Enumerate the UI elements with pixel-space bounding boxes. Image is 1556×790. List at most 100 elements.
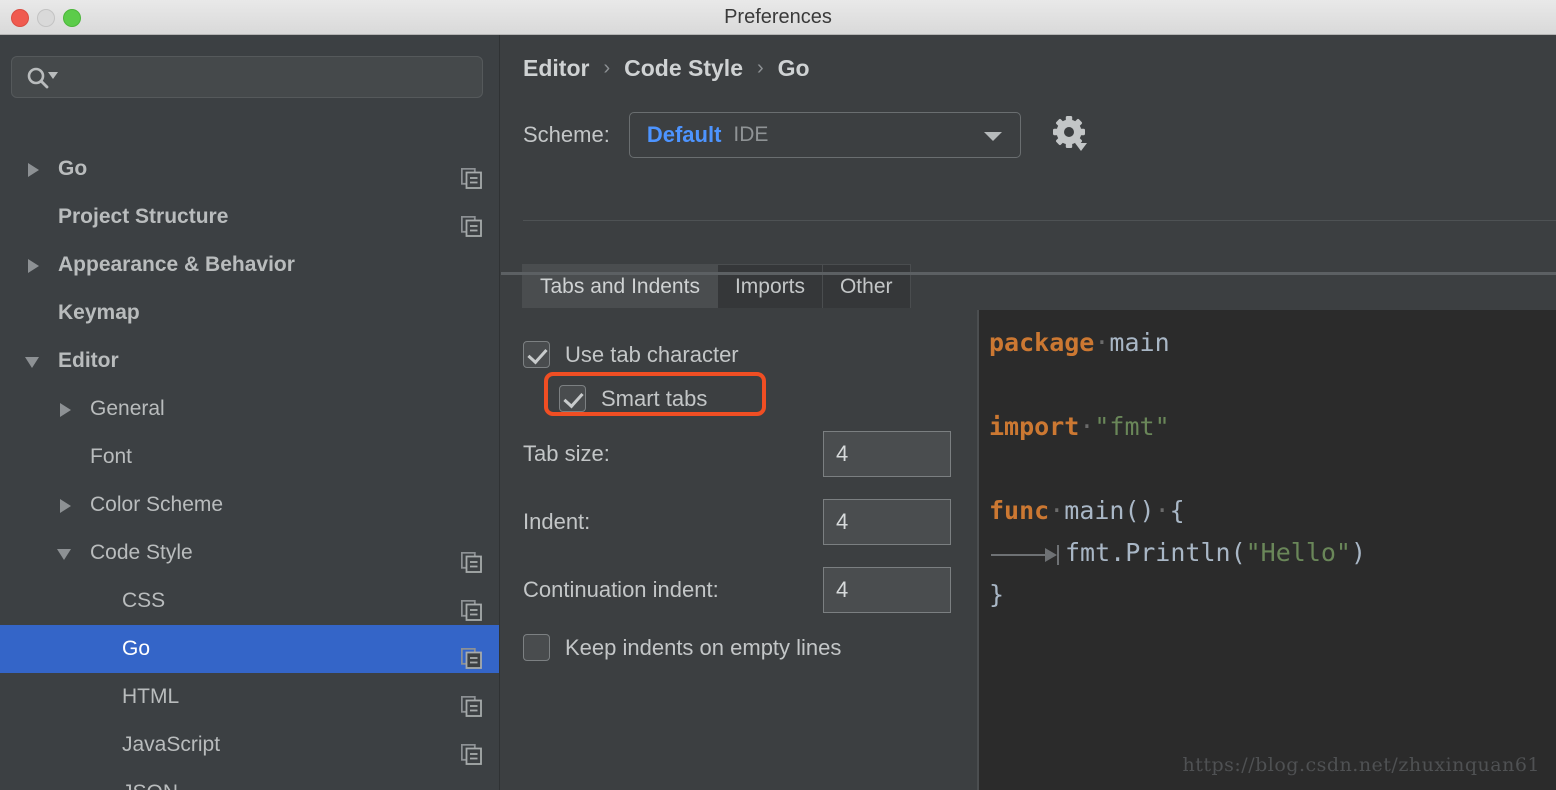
sidebar-item-label: Code Style xyxy=(90,541,193,564)
tab-other[interactable]: Other xyxy=(822,264,911,308)
sidebar-item-javascript[interactable]: JavaScript xyxy=(0,721,499,769)
sidebar-item-label: Editor xyxy=(58,349,119,372)
code-token: ) xyxy=(1350,538,1367,567)
breadcrumb-item[interactable]: Editor xyxy=(523,55,589,82)
code-line: package·main xyxy=(989,322,1366,364)
sidebar-item-keymap[interactable]: Keymap xyxy=(0,289,499,337)
scheme-settings-button[interactable] xyxy=(1047,112,1093,158)
chevron-right-icon[interactable] xyxy=(24,145,46,193)
keep-indents-checkbox[interactable] xyxy=(523,634,550,661)
tab-size-label: Tab size: xyxy=(523,441,610,466)
settings-content: Editor › Code Style › Go Scheme: Default IDE xyxy=(501,35,1556,790)
code-token: "Hello" xyxy=(1245,538,1351,567)
copy-settings-icon[interactable] xyxy=(460,591,482,621)
breadcrumb-item[interactable]: Code Style xyxy=(624,55,743,82)
keep-indents-row[interactable]: Keep indents on empty lines xyxy=(523,634,841,661)
code-preview-pane[interactable]: package·main import·"fmt" func·main()·{f… xyxy=(977,310,1556,790)
settings-sidebar: Go Project Structure Appearance & Behavior… xyxy=(0,35,500,790)
continuation-indent-label: Continuation indent: xyxy=(523,577,719,602)
chevron-right-icon[interactable] xyxy=(56,481,78,529)
tab-size-row: Tab size: 4 xyxy=(523,431,955,477)
window-title: Preferences xyxy=(724,6,832,28)
code-preview-text: package·main import·"fmt" func·main()·{f… xyxy=(989,322,1366,616)
sidebar-item-label: Go xyxy=(58,157,88,180)
copy-settings-icon[interactable] xyxy=(461,783,482,790)
sidebar-item-go[interactable]: Go xyxy=(0,625,499,673)
breadcrumb-separator: › xyxy=(603,57,611,79)
copy-settings-icon[interactable] xyxy=(460,207,482,237)
copy-settings-icon[interactable] xyxy=(460,735,482,765)
smart-tabs-checkbox[interactable] xyxy=(559,385,586,412)
chevron-right-icon[interactable] xyxy=(56,385,78,433)
continuation-indent-input[interactable]: 4 xyxy=(823,567,951,613)
settings-tabs: Tabs and Indents Imports Other xyxy=(522,263,911,308)
sidebar-item-json[interactable]: JSON xyxy=(0,769,499,790)
copy-settings-icon[interactable] xyxy=(460,687,482,717)
search-icon xyxy=(24,66,64,90)
code-token: main xyxy=(1109,328,1170,357)
sidebar-item-project-structure[interactable]: Project Structure xyxy=(0,193,499,241)
chevron-down-icon[interactable] xyxy=(56,529,78,577)
code-token: · xyxy=(1154,496,1170,525)
chevron-down-icon[interactable] xyxy=(24,337,46,385)
code-token: } xyxy=(989,580,1005,609)
sidebar-item-label: CSS xyxy=(122,589,166,612)
use-tab-character-label: Use tab character xyxy=(565,341,739,367)
scheme-value: Default xyxy=(646,122,722,147)
code-token: "fmt" xyxy=(1094,412,1170,441)
code-token: fmt.Println( xyxy=(1065,538,1246,567)
indent-row: Indent: 4 xyxy=(523,499,955,545)
tabs-and-indents-form: Use tab character Smart tabs Tab size: 4… xyxy=(501,310,977,790)
sidebar-item-label: Appearance & Behavior xyxy=(58,253,295,276)
copy-settings-icon[interactable] xyxy=(460,159,482,189)
settings-tree: Go Project Structure Appearance & Behavior… xyxy=(0,145,499,790)
indent-input[interactable]: 4 xyxy=(823,499,951,545)
continuation-indent-row: Continuation indent: 4 xyxy=(523,567,955,613)
gear-icon xyxy=(1047,116,1093,162)
copy-settings-icon[interactable] xyxy=(460,639,482,669)
chevron-down-icon xyxy=(983,132,1002,141)
breadcrumb-separator: › xyxy=(757,57,764,79)
code-token: package xyxy=(989,328,1095,357)
sidebar-item-code-style[interactable]: Code Style xyxy=(0,529,499,577)
sidebar-item-font[interactable]: Font xyxy=(0,433,499,481)
sidebar-item-go[interactable]: Go xyxy=(0,145,499,193)
scheme-label: Scheme: xyxy=(523,122,610,147)
use-tab-character-checkbox[interactable] xyxy=(523,341,550,368)
sidebar-item-color-scheme[interactable]: Color Scheme xyxy=(0,481,499,529)
tab-imports[interactable]: Imports xyxy=(717,264,823,308)
copy-settings-icon[interactable] xyxy=(460,543,482,573)
code-token: · xyxy=(1079,412,1095,441)
keep-indents-label: Keep indents on empty lines xyxy=(565,634,842,660)
code-line: } xyxy=(989,574,1366,616)
sidebar-item-label: Project Structure xyxy=(58,205,229,228)
code-line: fmt.Println("Hello") xyxy=(989,532,1366,574)
sidebar-item-label: HTML xyxy=(122,685,180,708)
sidebar-item-css[interactable]: CSS xyxy=(0,577,499,625)
code-token: import xyxy=(989,412,1080,441)
use-tab-character-row[interactable]: Use tab character xyxy=(523,341,739,368)
scheme-dropdown[interactable]: Default IDE xyxy=(628,112,1021,158)
code-line: func·main()·{ xyxy=(989,490,1366,532)
code-token: main() xyxy=(1064,496,1155,525)
sidebar-item-editor[interactable]: Editor xyxy=(0,337,499,385)
sidebar-item-label: Keymap xyxy=(58,301,140,324)
sidebar-item-general[interactable]: General xyxy=(0,385,499,433)
chevron-right-icon[interactable] xyxy=(24,241,46,289)
code-token: func xyxy=(989,496,1050,525)
smart-tabs-row[interactable]: Smart tabs xyxy=(559,385,707,412)
scheme-scope: IDE xyxy=(733,123,769,146)
sidebar-item-label: Color Scheme xyxy=(90,493,224,516)
sidebar-item-appearance-behavior[interactable]: Appearance & Behavior xyxy=(0,241,499,289)
code-line: import·"fmt" xyxy=(989,406,1366,448)
divider xyxy=(523,220,1556,221)
tab-tabs-and-indents[interactable]: Tabs and Indents xyxy=(522,264,718,308)
breadcrumb-item[interactable]: Go xyxy=(778,55,810,82)
sidebar-item-html[interactable]: HTML xyxy=(0,673,499,721)
code-token: · xyxy=(1049,496,1065,525)
code-token: · xyxy=(1094,328,1110,357)
tab-character-icon xyxy=(989,537,1065,565)
tab-size-input[interactable]: 4 xyxy=(823,431,951,477)
search-input[interactable] xyxy=(11,56,483,98)
